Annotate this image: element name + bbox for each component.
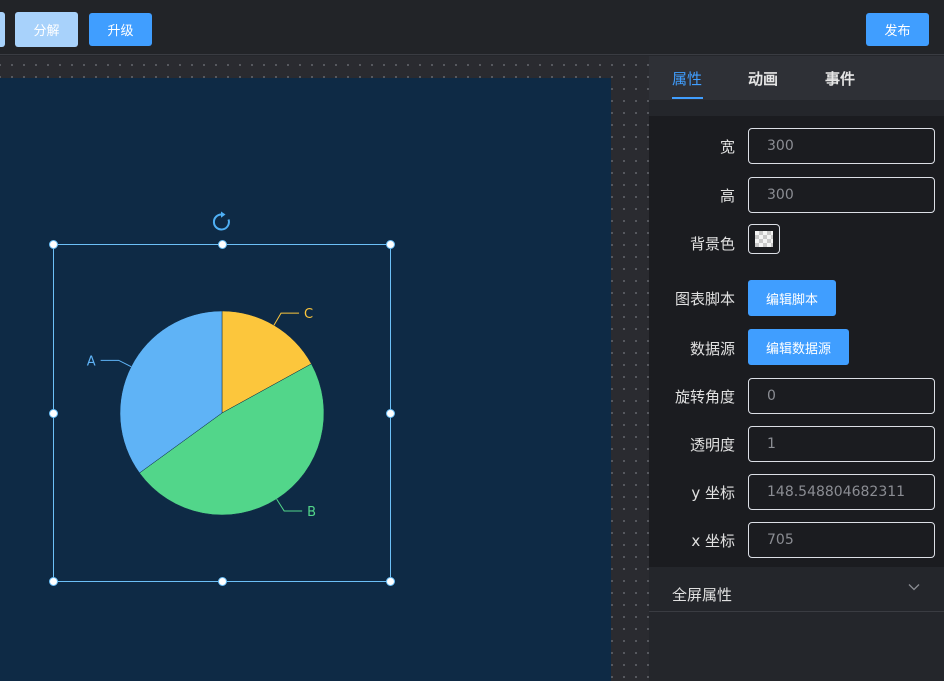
chevron-down-icon[interactable]: [908, 581, 920, 593]
selection-frame[interactable]: [53, 244, 391, 582]
upgrade-button[interactable]: 升级: [89, 13, 152, 46]
rotation-label: 旋转角度: [674, 388, 735, 406]
width-input[interactable]: 300: [748, 128, 935, 164]
opacity-input[interactable]: 1: [748, 426, 935, 462]
edit-script-button[interactable]: 编辑脚本: [748, 280, 837, 316]
height-input[interactable]: 300: [748, 177, 935, 213]
resize-handle-top-right[interactable]: [386, 240, 395, 249]
height-label: 高: [719, 187, 735, 205]
y-coordinate-input[interactable]: 148.548804682311: [748, 474, 935, 510]
toolbar-button-partial[interactable]: [0, 12, 5, 47]
transparent-swatch-icon: [755, 231, 773, 247]
tab-events[interactable]: 事件: [825, 68, 855, 89]
x-coordinate-label: x 坐标: [691, 532, 735, 550]
resize-handle-bottom[interactable]: [218, 577, 227, 586]
background-color-label: 背景色: [689, 235, 735, 253]
width-label: 宽: [719, 138, 735, 156]
property-panel: 属性 动画 事件 宽 300 高 300 背景色 图表脚本 编辑脚本 数据源 编…: [649, 56, 944, 681]
tab-properties[interactable]: 属性: [672, 68, 702, 89]
tab-animation[interactable]: 动画: [748, 68, 778, 89]
properties-form: 宽 300 高 300 背景色 图表脚本 编辑脚本 数据源 编辑数据源 旋转角度…: [649, 116, 944, 567]
opacity-label: 透明度: [689, 436, 735, 454]
decompose-button[interactable]: 分解: [15, 12, 78, 47]
chart-script-label: 图表脚本: [674, 290, 735, 308]
fullscreen-label: 全屏属性: [672, 586, 733, 604]
data-source-label: 数据源: [689, 340, 735, 358]
publish-button[interactable]: 发布: [866, 13, 929, 46]
resize-handle-right[interactable]: [386, 409, 395, 418]
panel-tabs: 属性 动画 事件: [649, 56, 944, 100]
active-tab-indicator: [672, 97, 703, 99]
x-coordinate-input[interactable]: 705: [748, 522, 935, 558]
fullscreen-section[interactable]: 全屏属性: [649, 567, 944, 612]
resize-handle-bottom-right[interactable]: [386, 577, 395, 586]
top-toolbar: 分解 升级 发布: [0, 0, 944, 55]
resize-handle-top[interactable]: [218, 240, 227, 249]
rotate-icon[interactable]: [211, 211, 233, 233]
y-coordinate-label: y 坐标: [691, 484, 735, 502]
edit-data-source-button[interactable]: 编辑数据源: [748, 329, 850, 365]
background-color-picker[interactable]: [748, 224, 780, 254]
rotation-input[interactable]: 0: [748, 378, 935, 414]
resize-handle-bottom-left[interactable]: [49, 577, 58, 586]
resize-handle-left[interactable]: [49, 409, 58, 418]
resize-handle-top-left[interactable]: [49, 240, 58, 249]
